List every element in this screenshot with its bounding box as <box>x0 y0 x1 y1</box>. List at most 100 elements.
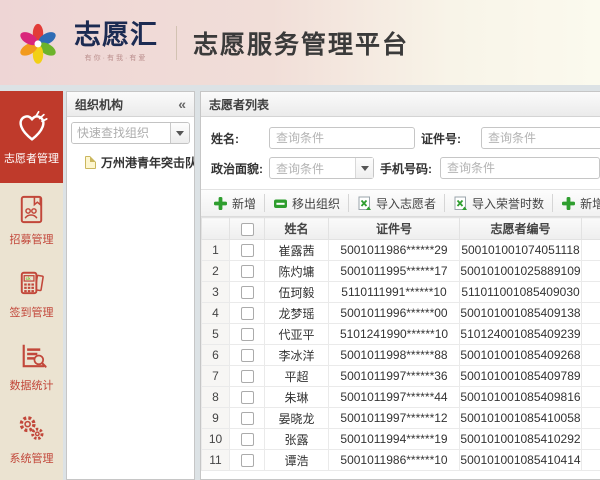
row-checkbox[interactable] <box>240 286 254 300</box>
vol-no-cell: 500101001085409816 <box>459 386 582 408</box>
select-dropdown-button[interactable] <box>355 158 373 178</box>
import-volunteers-button[interactable]: 导入志愿者 <box>349 190 444 216</box>
vol-no-cell: 500101001085409138 <box>459 302 582 324</box>
name-cell: 朱琳 <box>264 386 329 408</box>
header-divider <box>176 25 177 60</box>
table-row[interactable]: 3 伍珂毅 5110111991******10 511011001085409… <box>201 281 600 303</box>
clipped-action-cell <box>581 302 600 324</box>
cert-cell: 5001011996******00 <box>328 302 460 324</box>
page-title: 志愿服务管理平台 <box>193 30 410 59</box>
cert-cell: 5001011997******44 <box>328 386 460 408</box>
row-checkbox[interactable] <box>240 412 254 426</box>
row-number: 9 <box>201 407 230 429</box>
table-row[interactable]: 7 平超 5001011997******36 5001010010854097… <box>201 365 600 387</box>
button-label: 导入志愿者 <box>376 196 437 211</box>
name-cell: 陈灼墉 <box>264 260 329 282</box>
select-all-header <box>229 217 265 240</box>
phone-filter-input[interactable] <box>440 157 600 179</box>
checkbox-cell <box>229 260 265 282</box>
row-number: 2 <box>201 260 230 282</box>
content-area: 志愿者管理 招募管理 ck 签到管理 数据统计 系统管理 组织机构 « 快速查找… <box>0 85 600 480</box>
sidebar-item-system-management[interactable]: 系统管理 <box>0 402 63 475</box>
add-honor-hours-button[interactable]: 新增荣誉时数 <box>553 190 600 216</box>
row-checkbox[interactable] <box>240 433 254 447</box>
table-row[interactable]: 5 代亚平 5101241990******10 510124001085409… <box>201 323 600 345</box>
vol-no-cell: 500101001025889109 <box>459 260 582 282</box>
filter-row-1: 姓名: 证件号: <box>211 125 600 151</box>
vol-no-cell: 500101001085410292 <box>459 428 582 450</box>
sidebar-item-checkin-management[interactable]: ck 签到管理 <box>0 256 63 329</box>
clipped-action-cell <box>581 323 600 345</box>
name-cell: 平超 <box>264 365 329 387</box>
row-checkbox[interactable] <box>240 265 254 279</box>
chevron-down-icon <box>360 165 369 171</box>
name-filter-input[interactable] <box>269 127 415 149</box>
import-honor-hours-button[interactable]: 导入荣誉时数 <box>445 190 552 216</box>
political-filter-label: 政治面貌: <box>211 161 263 176</box>
row-checkbox[interactable] <box>240 370 254 384</box>
cert-filter-label: 证件号: <box>421 131 461 146</box>
table-row[interactable]: 9 晏晓龙 5001011997******12 500101001085410… <box>201 407 600 429</box>
table-row[interactable]: 1 崔露茜 5001011986******29 500101001074051… <box>201 239 600 261</box>
stats-chart-icon <box>22 344 47 368</box>
checkbox-cell <box>229 365 265 387</box>
cert-cell: 5110111991******10 <box>328 281 460 303</box>
cert-cell: 5101241990******10 <box>328 323 460 345</box>
org-tree-node-label: 万州港青年突击队 <box>101 156 195 170</box>
cert-cell: 5001011994******19 <box>328 428 460 450</box>
volunteer-panel-header: 志愿者列表 <box>201 92 600 117</box>
volunteer-panel-title: 志愿者列表 <box>209 97 270 112</box>
table-row[interactable]: 10 张露 5001011994******19 500101001085410… <box>201 428 600 450</box>
logo-tagline: 有你·有我·有爱 <box>84 55 148 62</box>
row-number: 7 <box>201 365 230 387</box>
row-checkbox[interactable] <box>240 244 254 258</box>
checkbox-cell <box>229 449 265 471</box>
sidebar-item-data-statistics[interactable]: 数据统计 <box>0 329 63 402</box>
political-status-select[interactable]: 查询条件 <box>269 157 374 179</box>
table-row[interactable]: 2 陈灼墉 5001011995******17 500101001025889… <box>201 260 600 282</box>
table-header-row: 姓名 证件号 志愿者编号 <box>201 217 600 240</box>
table-row[interactable]: 8 朱琳 5001011997******44 5001010010854098… <box>201 386 600 408</box>
table-toolbar: 新增 移出组织 导入志愿者 导入荣誉时数 新 <box>201 190 600 217</box>
checkbox-cell <box>229 323 265 345</box>
sidebar-item-label: 志愿者管理 <box>4 153 59 165</box>
clipped-action-cell <box>581 260 600 282</box>
svg-text:ck: ck <box>26 276 31 281</box>
org-search-input[interactable] <box>72 123 170 143</box>
name-cell: 崔露茜 <box>264 239 329 261</box>
cert-filter-input[interactable] <box>481 127 600 149</box>
row-checkbox[interactable] <box>240 307 254 321</box>
sidebar-item-label: 系统管理 <box>9 453 54 465</box>
table-row[interactable]: 4 龙梦瑶 5001011996******00 500101001085409… <box>201 302 600 324</box>
checkbox-cell <box>229 302 265 324</box>
collapse-panel-icon[interactable]: « <box>178 97 186 111</box>
chevron-down-icon <box>176 130 184 136</box>
checkin-terminal-icon: ck <box>20 271 44 295</box>
row-number-header <box>201 217 230 240</box>
table-row[interactable]: 6 李冰洋 5001011998******88 500101001085409… <box>201 344 600 366</box>
plus-icon <box>562 196 576 210</box>
sidebar-item-volunteer-management[interactable]: 志愿者管理 <box>0 91 63 183</box>
org-tree-node[interactable]: 万州港青年突击队 <box>85 154 194 171</box>
org-search-dropdown-button[interactable] <box>170 123 189 143</box>
sidebar-item-recruit-management[interactable]: 招募管理 <box>0 183 63 256</box>
plus-icon <box>214 196 227 210</box>
row-number: 8 <box>201 386 230 408</box>
logo-name: 志愿汇 <box>74 20 158 50</box>
sidebar-item-label: 数据统计 <box>9 380 54 392</box>
remove-from-org-button[interactable]: 移出组织 <box>265 190 348 216</box>
flower-logo-icon <box>20 23 56 64</box>
clipped-action-cell <box>581 407 600 429</box>
cert-cell: 5001011986******10 <box>328 449 460 471</box>
app-header: 志愿汇 有你·有我·有爱 志愿服务管理平台 <box>0 0 600 85</box>
select-all-checkbox[interactable] <box>240 222 254 236</box>
row-checkbox[interactable] <box>240 349 254 363</box>
add-button[interactable]: 新增 <box>205 190 264 216</box>
row-checkbox[interactable] <box>240 454 254 468</box>
table-row[interactable]: 11 谭浩 5001011986******10 500101001085410… <box>201 449 600 471</box>
row-checkbox[interactable] <box>240 328 254 342</box>
row-checkbox[interactable] <box>240 391 254 405</box>
button-label: 新增荣誉时数 <box>580 196 600 211</box>
vol-no-cell: 510124001085409239 <box>459 323 582 345</box>
row-number: 3 <box>201 281 230 303</box>
